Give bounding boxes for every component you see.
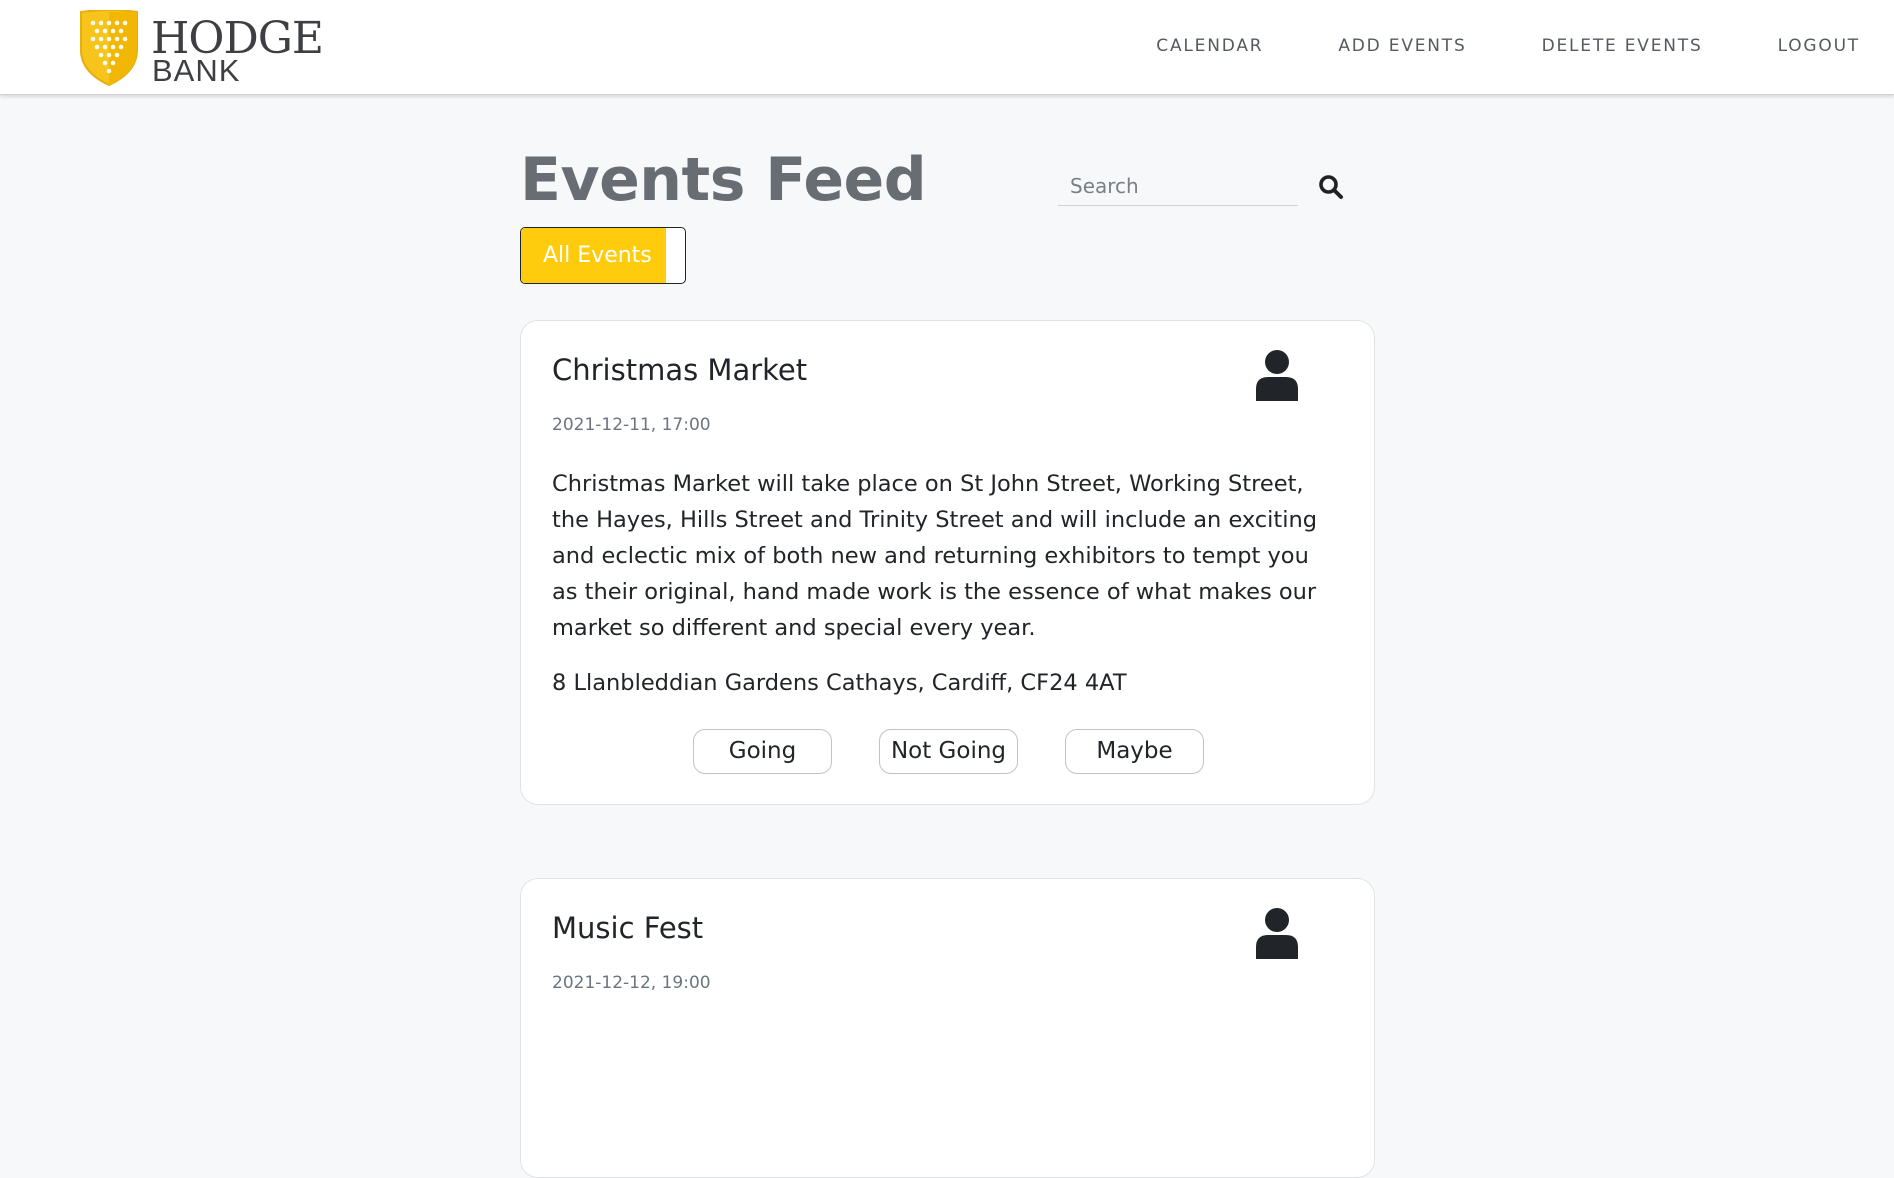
maybe-button[interactable]: Maybe	[1065, 729, 1204, 774]
not-going-button[interactable]: Not Going	[879, 729, 1018, 774]
user-icon	[1256, 350, 1298, 401]
event-title: Christmas Market	[552, 353, 808, 387]
page-title: Events Feed	[520, 145, 927, 215]
top-navbar: HODGE BANK CALENDAR ADD EVENTS DELETE EV…	[0, 0, 1894, 95]
going-button[interactable]: Going	[693, 729, 832, 774]
brand-logo[interactable]: HODGE BANK	[77, 10, 327, 88]
event-card: Christmas Market 2021-12-11, 17:00 Chris…	[520, 320, 1375, 805]
nav-links: CALENDAR ADD EVENTS DELETE EVENTS LOGOUT	[1081, 36, 1860, 56]
event-card: Music Fest 2021-12-12, 19:00	[520, 878, 1375, 1178]
nav-logout-link[interactable]: LOGOUT	[1778, 36, 1860, 56]
event-datetime: 2021-12-11, 17:00	[552, 415, 711, 435]
search-input[interactable]	[1058, 166, 1298, 205]
nav-calendar-link[interactable]: CALENDAR	[1156, 36, 1263, 56]
nav-delete-events-link[interactable]: DELETE EVENTS	[1542, 36, 1703, 56]
search-button[interactable]	[1316, 172, 1346, 202]
brand-name-bottom: BANK	[152, 53, 241, 88]
all-events-toggle[interactable]: All Events	[520, 227, 686, 284]
search-icon	[1319, 175, 1343, 199]
event-title: Music Fest	[552, 911, 704, 945]
event-address: 8 Llanbleddian Gardens Cathays, Cardiff,…	[552, 670, 1127, 696]
event-datetime: 2021-12-12, 19:00	[552, 973, 711, 993]
user-icon	[1256, 908, 1298, 959]
event-description: Christmas Market will take place on St J…	[552, 471, 1318, 641]
search-field-wrapper	[1058, 166, 1298, 206]
all-events-toggle-label: All Events	[521, 228, 666, 283]
nav-add-events-link[interactable]: ADD EVENTS	[1338, 36, 1466, 56]
shield-logo-icon	[80, 10, 138, 86]
